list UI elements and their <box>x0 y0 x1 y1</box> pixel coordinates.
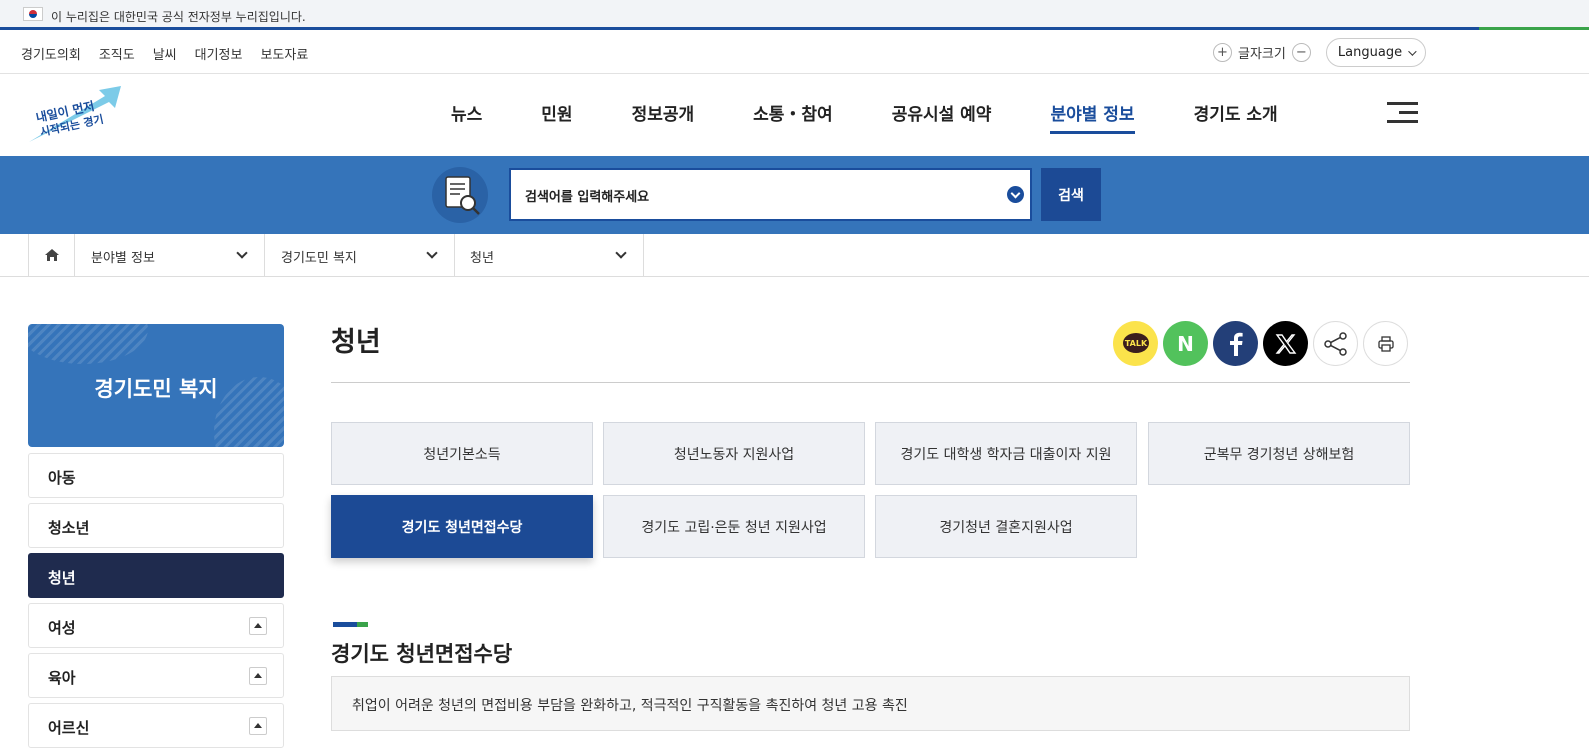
kakao-share-button[interactable]: TALK <box>1113 321 1158 366</box>
breadcrumb: 분야별 정보 경기도민 복지 청년 <box>0 234 1589 277</box>
gnb-item-about[interactable]: 경기도 소개 <box>1194 100 1278 125</box>
breadcrumb-level2[interactable]: 경기도민 복지 <box>265 234 455 276</box>
facebook-icon <box>1229 332 1243 356</box>
tab-interview-allowance[interactable]: 경기도 청년면접수당 <box>331 495 593 558</box>
util-link-air-quality[interactable]: 대기정보 <box>195 44 243 63</box>
gnb-item-facility-booking[interactable]: 공유시설 예약 <box>892 100 992 125</box>
font-size-label: 글자크기 <box>1238 47 1286 62</box>
side-nav-item-label: 육아 <box>48 669 76 687</box>
x-share-button[interactable] <box>1263 321 1308 366</box>
naver-share-button[interactable]: N <box>1163 321 1208 366</box>
breadcrumb-level2-label: 경기도민 복지 <box>281 251 357 266</box>
search-input[interactable]: 검색어를 입력해주세요 <box>509 168 1032 221</box>
section-accent <box>333 622 368 627</box>
tab-military-insurance[interactable]: 군복무 경기청년 상해보험 <box>1148 422 1410 485</box>
gov-banner-text[interactable]: 이 누리집은 대한민국 공식 전자정부 누리집입니다. <box>51 8 306 25</box>
language-label: Language <box>1337 45 1403 60</box>
gyeonggi-logo[interactable]: 내일이 먼저 시작되는 경기 <box>27 82 127 144</box>
side-nav-item-label: 아동 <box>48 469 76 487</box>
expand-toggle-icon[interactable] <box>249 617 267 635</box>
util-link-weather[interactable]: 날씨 <box>153 44 177 63</box>
breadcrumb-level3[interactable]: 청년 <box>454 234 644 276</box>
util-link-press[interactable]: 보도자료 <box>260 44 308 63</box>
tab-student-loan[interactable]: 경기도 대학생 학자금 대출이자 지원 <box>875 422 1137 485</box>
naver-icon: N <box>1177 331 1194 356</box>
site-header: 내일이 먼저 시작되는 경기 뉴스 민원 정보공개 소통・참여 공유시설 예약 … <box>0 74 1589 156</box>
utility-bar: 경기도의회 조직도 날씨 대기정보 보도자료 + 글자크기 − Language <box>0 33 1589 74</box>
search-section: 검색어를 입력해주세요 검색 <box>0 156 1589 234</box>
font-decrease-button[interactable]: − <box>1291 43 1311 62</box>
facebook-share-button[interactable] <box>1213 321 1258 366</box>
print-icon <box>1377 335 1394 352</box>
share-icon <box>1323 331 1347 356</box>
language-select-button[interactable]: Language <box>1326 38 1426 67</box>
side-nav-item-women[interactable]: 여성 <box>28 603 284 648</box>
breadcrumb-level1[interactable]: 분야별 정보 <box>75 234 265 276</box>
main-navigation: 뉴스 민원 정보공개 소통・참여 공유시설 예약 분야별 정보 경기도 소개 <box>451 100 1278 134</box>
breadcrumb-level3-label: 청년 <box>470 251 494 266</box>
chevron-down-icon <box>426 247 438 259</box>
section-title: 경기도 청년면접수당 <box>331 642 513 666</box>
side-nav-item-children[interactable]: 아동 <box>28 453 284 498</box>
tab-isolated-youth[interactable]: 경기도 고립·은둔 청년 지원사업 <box>603 495 865 558</box>
page-title: 청년 <box>331 327 381 358</box>
gnb-item-field-info[interactable]: 분야별 정보 <box>1050 100 1135 134</box>
breadcrumb-level1-label: 분야별 정보 <box>91 251 155 266</box>
tab-worker-support[interactable]: 청년노동자 지원사업 <box>603 422 865 485</box>
util-link-org-chart[interactable]: 조직도 <box>99 44 135 63</box>
search-placeholder: 검색어를 입력해주세요 <box>525 190 650 205</box>
gnb-item-civil[interactable]: 민원 <box>541 100 572 125</box>
section-description: 취업이 어려운 청년의 면접비용 부담을 완화하고, 적극적인 구직활동을 촉진… <box>331 676 1410 731</box>
chevron-down-icon <box>1408 46 1417 56</box>
side-nav-item-young-adult[interactable]: 청년 <box>28 553 284 598</box>
document-search-icon <box>432 167 488 223</box>
expand-toggle-icon[interactable] <box>249 717 267 735</box>
gnb-item-communication[interactable]: 소통・참여 <box>753 100 833 125</box>
gnb-item-news[interactable]: 뉴스 <box>451 100 482 125</box>
utility-links: 경기도의회 조직도 날씨 대기정보 보도자료 <box>21 44 308 63</box>
chevron-down-icon[interactable] <box>1007 186 1024 203</box>
expand-toggle-icon[interactable] <box>249 667 267 685</box>
side-nav-item-seniors[interactable]: 어르신 <box>28 703 284 748</box>
chevron-down-icon <box>615 247 627 259</box>
tab-marriage-support[interactable]: 경기청년 결혼지원사업 <box>875 495 1137 558</box>
search-button[interactable]: 검색 <box>1041 168 1101 221</box>
util-link-assembly[interactable]: 경기도의회 <box>21 44 81 63</box>
font-increase-button[interactable]: + <box>1213 43 1232 62</box>
gov-banner: 이 누리집은 대한민국 공식 전자정부 누리집입니다. <box>0 0 1589 30</box>
kakao-label: TALK <box>1124 339 1147 348</box>
share-toolbar: TALK N <box>1113 321 1408 366</box>
side-nav-item-label: 어르신 <box>48 719 90 737</box>
share-button[interactable] <box>1313 321 1358 366</box>
side-nav-title-text: 경기도민 복지 <box>94 377 218 401</box>
gnb-item-info-disclosure[interactable]: 정보공개 <box>632 100 695 125</box>
side-nav-item-label: 청소년 <box>48 519 90 537</box>
home-icon[interactable] <box>28 234 75 276</box>
side-nav-item-youth[interactable]: 청소년 <box>28 503 284 548</box>
side-nav-item-label: 여성 <box>48 619 76 637</box>
side-nav-item-label: 청년 <box>48 569 76 587</box>
font-size-control: + 글자크기 − <box>1213 43 1311 62</box>
side-nav-title: 경기도민 복지 <box>28 324 284 447</box>
tab-basic-income[interactable]: 청년기본소득 <box>331 422 593 485</box>
x-logo-icon <box>1275 333 1296 354</box>
chevron-down-icon <box>236 247 248 259</box>
print-button[interactable] <box>1363 321 1408 366</box>
korea-flag-icon <box>23 7 43 21</box>
side-nav-item-childcare[interactable]: 육아 <box>28 653 284 698</box>
title-divider <box>331 382 1410 383</box>
menu-icon[interactable] <box>1387 102 1418 124</box>
